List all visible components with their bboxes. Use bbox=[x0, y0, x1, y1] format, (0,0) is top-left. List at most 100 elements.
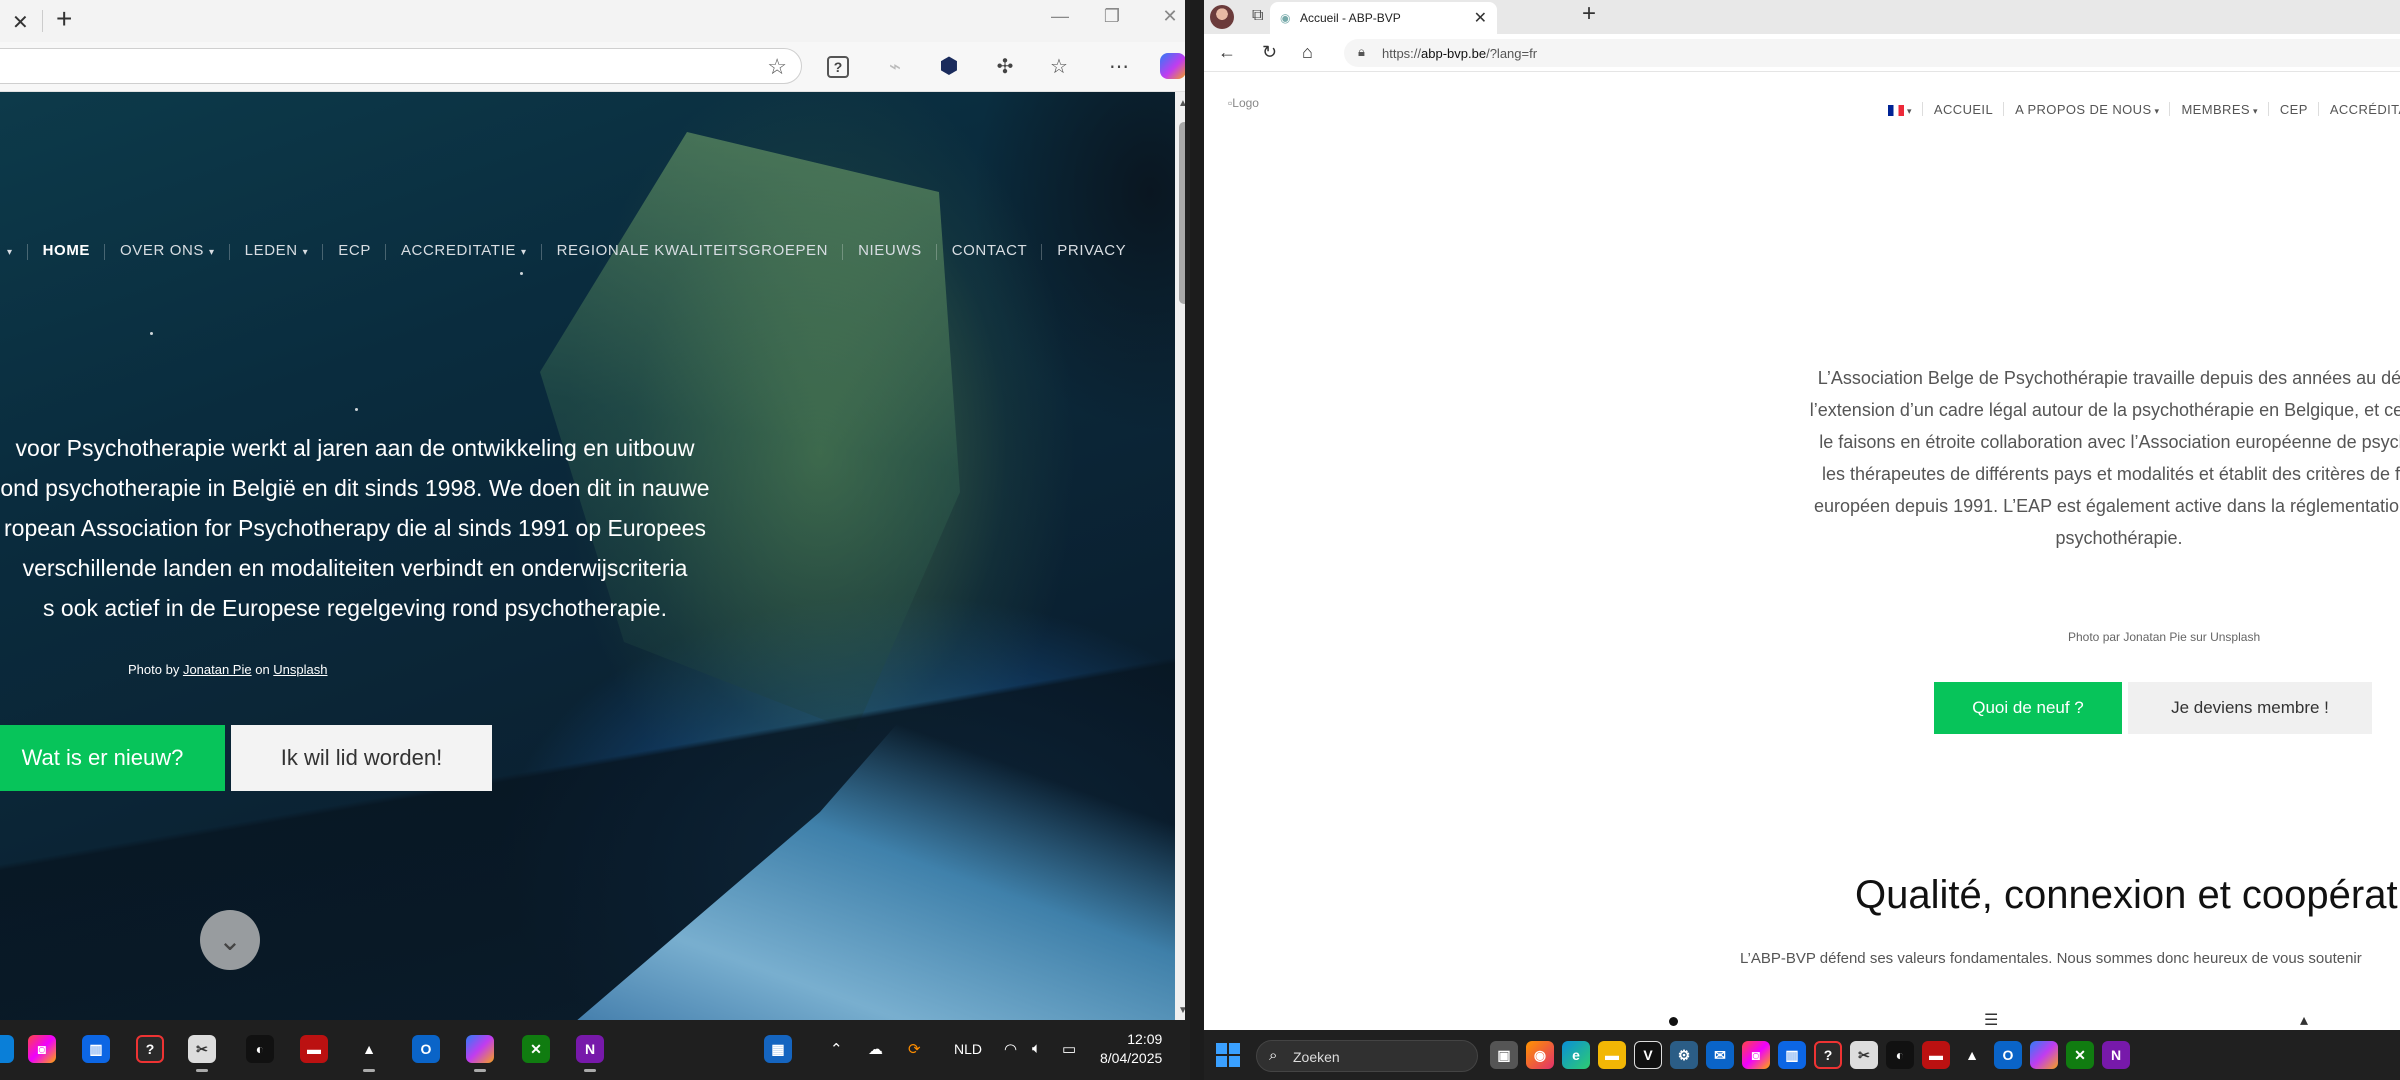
hero-line: voor Psychotherapie werkt al jaren aan d… bbox=[15, 435, 695, 461]
taskbar-copilot-icon[interactable] bbox=[2030, 1041, 2058, 1069]
taskbar-help-icon[interactable]: ? bbox=[136, 1035, 164, 1063]
tab-title: Accueil - ABP-BVP bbox=[1300, 11, 1401, 25]
taskbar-onenote-icon[interactable]: N bbox=[576, 1035, 604, 1072]
taskbar-firefox-icon[interactable]: ◉ bbox=[1526, 1041, 1554, 1069]
nav-item-regionale[interactable]: REGIONALE KWALITEITSGROEPEN bbox=[542, 242, 844, 260]
lock-icon[interactable]: 🔒︎ bbox=[1358, 44, 1365, 60]
taskbar-outlook-icon[interactable]: O bbox=[412, 1035, 440, 1063]
tray-overflow-icon[interactable]: ⌃ bbox=[830, 1040, 843, 1058]
profile-avatar[interactable] bbox=[1210, 5, 1234, 29]
right-tab-bar: ⧉ ▭ ◉ Accueil - ABP-BVP ✕ + bbox=[1204, 0, 2400, 34]
new-tab-button[interactable]: + bbox=[1582, 0, 1596, 28]
help-extension-icon[interactable]: ? bbox=[827, 56, 849, 78]
taskbar-app-icon[interactable]: ◐ bbox=[1886, 1041, 1914, 1069]
star-decoration bbox=[150, 332, 153, 335]
sync-icon[interactable]: ⟳ bbox=[908, 1040, 921, 1058]
scroll-up-arrow-icon[interactable]: ▲ bbox=[1178, 98, 1185, 109]
taskbar-onenote-icon[interactable]: N bbox=[2102, 1041, 2130, 1069]
taskbar-snip-icon[interactable]: ✂ bbox=[1850, 1041, 1878, 1069]
extension-icon[interactable]: ⌁ bbox=[882, 53, 908, 79]
language-indicator[interactable]: NLD bbox=[954, 1041, 982, 1057]
scroll-down-icon[interactable]: ⌄ bbox=[200, 910, 260, 970]
taskbar-app-icon[interactable] bbox=[0, 1035, 14, 1063]
favorites-icon[interactable]: ☆ bbox=[1046, 53, 1072, 79]
credit-author-link[interactable]: Jonatan Pie bbox=[183, 662, 252, 677]
become-member-button[interactable]: Je deviens membre ! bbox=[2128, 682, 2372, 734]
nav-item-ecp[interactable]: ECP bbox=[323, 242, 386, 260]
tab-close-icon[interactable]: ✕ bbox=[1474, 8, 1487, 28]
taskbar-copilot-icon[interactable] bbox=[466, 1035, 494, 1072]
back-arrow-icon[interactable]: ← bbox=[1218, 42, 1236, 63]
taskbar-widgets-icon[interactable]: ▦ bbox=[764, 1035, 792, 1063]
intro-line: l’extension d’un cadre légal autour de l… bbox=[1809, 400, 2400, 420]
window-divider bbox=[1190, 0, 1204, 1080]
url-input[interactable]: 🔒︎ https://abp-bvp.be/?lang=fr bbox=[1344, 39, 2400, 67]
taskbar-explorer-icon[interactable]: ▬ bbox=[1598, 1041, 1626, 1069]
start-button[interactable] bbox=[1216, 1043, 1240, 1067]
wifi-icon[interactable]: ◠ bbox=[1004, 1040, 1017, 1058]
favorite-star-icon[interactable]: ☆ bbox=[767, 54, 787, 80]
taskbar-outlook-icon[interactable]: O bbox=[1994, 1041, 2022, 1069]
taskbar-app-icon[interactable]: ▲ bbox=[355, 1035, 383, 1072]
site-logo[interactable]: ▫Logo bbox=[1228, 96, 1259, 110]
nav-caret-icon[interactable]: ▾ bbox=[0, 242, 28, 260]
whats-new-button[interactable]: Wat is er nieuw? bbox=[0, 725, 225, 791]
nav-item-privacy[interactable]: PRIVACY bbox=[1042, 242, 1141, 259]
taskbar-taskview-icon[interactable]: ▣ bbox=[1490, 1041, 1518, 1069]
language-selector[interactable]: ▾ bbox=[1877, 102, 1923, 117]
credit-site-link[interactable]: Unsplash bbox=[273, 662, 327, 677]
refresh-icon[interactable]: ↻ bbox=[1262, 42, 1277, 63]
nav-item-accueil[interactable]: ACCUEIL bbox=[1923, 102, 2005, 117]
active-tab[interactable]: ◉ Accueil - ABP-BVP ✕ bbox=[1270, 2, 1497, 34]
nav-item-leden[interactable]: LEDEN ▾ bbox=[230, 242, 324, 260]
become-member-button[interactable]: Ik wil lid worden! bbox=[231, 725, 492, 791]
taskbar-app-icon[interactable]: ▬ bbox=[1922, 1041, 1950, 1069]
bitwarden-extension-icon[interactable]: ⬢ bbox=[936, 53, 962, 79]
scrollbar-thumb[interactable] bbox=[1179, 122, 1185, 304]
workspaces-icon[interactable]: ⧉ bbox=[1252, 7, 1263, 25]
taskbar-trello-icon[interactable]: ▥ bbox=[1778, 1041, 1806, 1069]
taskbar-app-icon[interactable]: ◐ bbox=[246, 1035, 274, 1063]
nav-item-accreditatie[interactable]: ACCREDITATIE ▾ bbox=[386, 242, 542, 260]
taskbar-trello-icon[interactable]: ▥ bbox=[82, 1035, 110, 1063]
nav-item-over-ons[interactable]: OVER ONS ▾ bbox=[105, 242, 230, 260]
taskbar-app-icon[interactable]: ⚙ bbox=[1670, 1041, 1698, 1069]
taskbar-clock[interactable]: 12:09 8/04/2025 bbox=[1100, 1030, 1162, 1068]
taskbar-app-icon[interactable]: ▬ bbox=[300, 1035, 328, 1063]
extensions-puzzle-icon[interactable]: ✣ bbox=[992, 53, 1018, 79]
taskbar-search-input[interactable]: ⌕ Zoeken bbox=[1256, 1040, 1478, 1072]
taskbar-snip-icon[interactable]: ✂ bbox=[188, 1035, 216, 1072]
tab-close-icon[interactable]: ✕ bbox=[12, 10, 29, 35]
taskbar-edge-icon[interactable]: e bbox=[1562, 1041, 1590, 1069]
taskbar-app-icon[interactable]: ▲ bbox=[1958, 1041, 1986, 1069]
taskbar-xbox-icon[interactable]: ✕ bbox=[522, 1035, 550, 1063]
taskbar-xbox-icon[interactable]: ✕ bbox=[2066, 1041, 2094, 1069]
page-scrollbar[interactable]: ▲ ▼ bbox=[1175, 92, 1185, 1020]
new-tab-button[interactable]: + bbox=[56, 4, 72, 34]
star-decoration bbox=[355, 408, 358, 411]
restore-button[interactable]: ❐ bbox=[1092, 6, 1132, 27]
copilot-icon[interactable] bbox=[1160, 53, 1185, 79]
nav-item-nieuws[interactable]: NIEUWS bbox=[843, 242, 937, 260]
close-window-button[interactable]: ✕ bbox=[1150, 6, 1185, 27]
volume-icon[interactable]: 🔈︎ bbox=[1032, 1040, 1041, 1057]
taskbar-outlook-icon[interactable]: ✉ bbox=[1706, 1041, 1734, 1069]
nav-item-cep[interactable]: CEP bbox=[2269, 102, 2319, 117]
more-menu-icon[interactable]: ⋯ bbox=[1106, 53, 1132, 79]
nav-item-contact[interactable]: CONTACT bbox=[937, 242, 1043, 260]
nav-item-accreditation[interactable]: ACCRÉDITA bbox=[2319, 102, 2400, 117]
url-input[interactable]: ☆ bbox=[0, 48, 802, 84]
minimize-button[interactable]: — bbox=[1040, 6, 1080, 27]
onedrive-icon[interactable]: ☁ bbox=[868, 1040, 883, 1058]
whats-new-button[interactable]: Quoi de neuf ? bbox=[1934, 682, 2122, 734]
taskbar-photos-icon[interactable]: ◙ bbox=[28, 1035, 56, 1063]
scroll-down-arrow-icon[interactable]: ▼ bbox=[1178, 1005, 1185, 1016]
nav-item-home[interactable]: HOME bbox=[28, 242, 106, 260]
taskbar-help-icon[interactable]: ? bbox=[1814, 1041, 1842, 1069]
taskbar-app-icon[interactable]: V bbox=[1634, 1041, 1662, 1069]
nav-item-a-propos[interactable]: A PROPOS DE NOUS ▾ bbox=[2004, 102, 2171, 117]
home-icon[interactable]: ⌂ bbox=[1302, 42, 1313, 63]
battery-icon[interactable]: ▭ bbox=[1062, 1040, 1076, 1058]
nav-item-membres[interactable]: MEMBRES ▾ bbox=[2170, 102, 2270, 117]
taskbar-photos-icon[interactable]: ◙ bbox=[1742, 1041, 1770, 1069]
